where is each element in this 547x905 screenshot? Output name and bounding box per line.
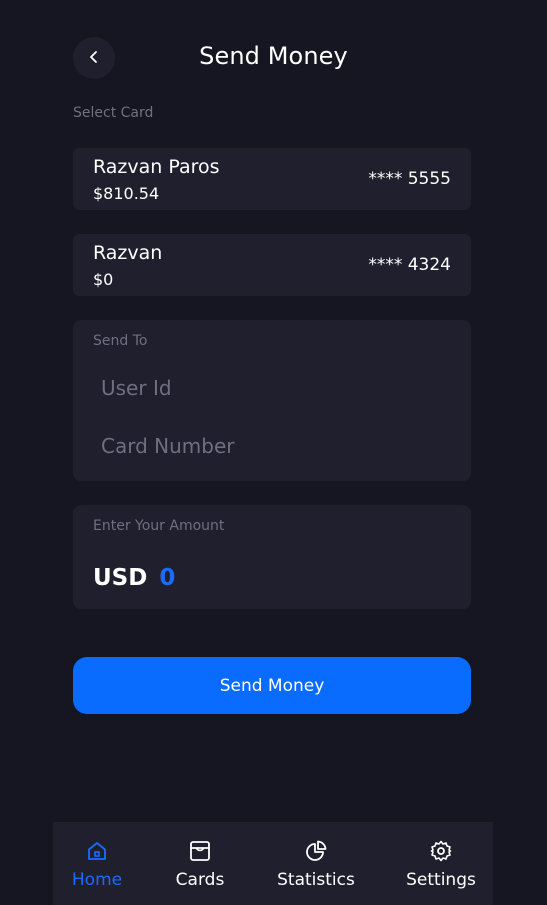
home-icon [85, 839, 109, 863]
nav-label: Statistics [277, 870, 355, 890]
nav-label: Home [71, 870, 123, 890]
send-money-button[interactable]: Send Money [73, 657, 471, 714]
send-money-screen: Send Money Select Card Razvan Paros $810… [0, 0, 547, 905]
card-option[interactable]: Razvan $0 **** 4324 [73, 234, 471, 296]
amount-input[interactable]: USD 0 [93, 565, 175, 591]
card-number-input[interactable] [93, 426, 451, 466]
card-balance: $0 [93, 270, 114, 289]
bottom-navigation: Home Cards Statistics Settings [53, 822, 493, 905]
user-id-input[interactable] [93, 368, 451, 408]
card-number: **** 4324 [368, 255, 451, 275]
card-number: **** 5555 [368, 169, 451, 189]
card-option[interactable]: Razvan Paros $810.54 **** 5555 [73, 148, 471, 210]
page-title: Send Money [199, 42, 348, 70]
nav-label: Cards [175, 870, 225, 890]
amount-value: 0 [159, 565, 176, 591]
select-card-label: Select Card [73, 105, 154, 121]
card-holder-name: Razvan Paros [93, 156, 220, 178]
card-balance: $810.54 [93, 184, 160, 203]
nav-item-statistics[interactable]: Statistics [272, 822, 360, 905]
amount-label: Enter Your Amount [93, 518, 225, 534]
pie-chart-icon [304, 839, 328, 863]
gear-icon [429, 839, 453, 863]
nav-item-cards[interactable]: Cards [156, 822, 244, 905]
wallet-icon [188, 839, 212, 863]
send-to-panel: Send To [73, 320, 471, 481]
send-to-label: Send To [93, 333, 148, 349]
nav-item-home[interactable]: Home [53, 822, 141, 905]
nav-item-settings[interactable]: Settings [397, 822, 485, 905]
card-holder-name: Razvan [93, 242, 163, 264]
currency-code: USD [93, 565, 148, 591]
nav-label: Settings [406, 870, 476, 890]
amount-panel: Enter Your Amount USD 0 [73, 505, 471, 609]
